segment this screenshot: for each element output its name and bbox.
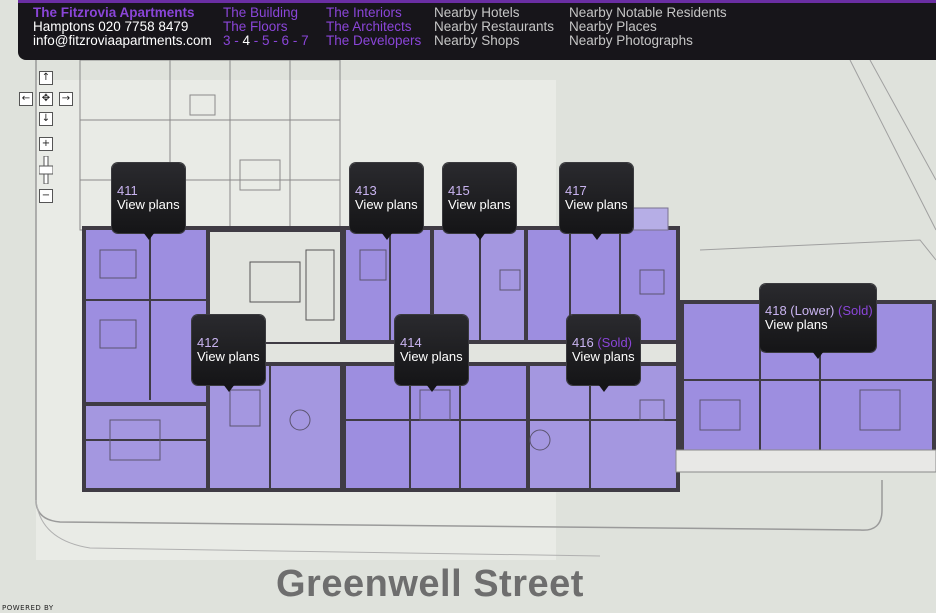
nearby-column-1: Nearby Hotels Nearby Restaurants Nearby … <box>434 6 554 48</box>
nearby-shops-link[interactable]: Nearby Shops <box>434 34 554 48</box>
view-plans-link[interactable]: View plans <box>197 350 260 364</box>
building-column: The Building The Floors 3 - 4 - 5 - 6 - … <box>223 6 309 48</box>
plus-icon[interactable]: + <box>39 137 53 151</box>
apartment-418-popup[interactable]: 418 (Lower) (Sold) View plans <box>760 284 876 359</box>
phone-number: Hamptons 020 7758 8479 <box>33 19 189 34</box>
nav-building-link[interactable]: The Building <box>223 6 309 20</box>
floor-link-6[interactable]: 6 <box>282 33 290 48</box>
arrow-left-icon[interactable]: ← <box>19 92 33 106</box>
apartment-412-popup[interactable]: 412 View plans <box>192 315 265 392</box>
view-plans-link[interactable]: View plans <box>117 198 180 212</box>
contact-column: The Fitzrovia Apartments Hamptons 020 77… <box>33 6 212 48</box>
apartment-416-popup[interactable]: 416 (Sold) View plans <box>567 315 640 392</box>
apartment-411-popup[interactable]: 411 View plans <box>112 163 185 240</box>
apartment-number: 414 <box>400 335 422 350</box>
brand-link[interactable]: The Fitzrovia Apartments <box>33 6 212 20</box>
apartment-414-popup[interactable]: 414 View plans <box>395 315 468 392</box>
floor-link-4-current[interactable]: 4 <box>243 33 251 48</box>
floor-link-5[interactable]: 5 <box>262 33 270 48</box>
apartment-number: 417 <box>565 183 587 198</box>
apartment-417-popup[interactable]: 417 View plans <box>560 163 633 240</box>
floor-link-3[interactable]: 3 <box>223 33 231 48</box>
floor-link-7[interactable]: 7 <box>301 33 309 48</box>
floor-selector: 3 - 4 - 5 - 6 - 7 <box>223 33 309 48</box>
nearby-places-link[interactable]: Nearby Places <box>569 20 727 34</box>
arrow-down-icon[interactable]: ↓ <box>39 112 53 126</box>
center-icon[interactable]: ✥ <box>39 92 53 106</box>
apartment-number: 415 <box>448 183 470 198</box>
view-plans-link[interactable]: View plans <box>565 198 628 212</box>
sold-badge: (Sold) <box>838 303 873 318</box>
apartment-number: 412 <box>197 335 219 350</box>
nav-interiors-link[interactable]: The Interiors <box>326 6 421 20</box>
email-link[interactable]: info@fitzroviaapartments.com <box>33 34 212 48</box>
apartment-number: 416 (Sold) <box>572 335 633 350</box>
nav-developers-link[interactable]: The Developers <box>326 34 421 48</box>
view-plans-link[interactable]: View plans <box>765 318 828 332</box>
view-plans-link[interactable]: View plans <box>572 350 635 364</box>
nearby-hotels-link[interactable]: Nearby Hotels <box>434 6 554 20</box>
view-plans-link[interactable]: View plans <box>448 198 511 212</box>
nav-architects-link[interactable]: The Architects <box>326 20 421 34</box>
top-navigation-bar: The Fitzrovia Apartments Hamptons 020 77… <box>18 0 936 60</box>
arrow-up-icon[interactable]: ↑ <box>39 71 53 85</box>
minus-icon[interactable]: − <box>39 189 53 203</box>
nearby-residents-link[interactable]: Nearby Notable Residents <box>569 6 727 20</box>
nearby-column-2: Nearby Notable Residents Nearby Places N… <box>569 6 727 48</box>
view-plans-link[interactable]: View plans <box>355 198 418 212</box>
apartment-413-popup[interactable]: 413 View plans <box>350 163 423 240</box>
apartment-number: 413 <box>355 183 377 198</box>
apartment-415-popup[interactable]: 415 View plans <box>443 163 516 240</box>
apartment-number: 411 <box>117 183 138 198</box>
nearby-photographs-link[interactable]: Nearby Photographs <box>569 34 727 48</box>
street-label: Greenwell Street <box>276 563 584 605</box>
view-plans-link[interactable]: View plans <box>400 350 463 364</box>
arrow-right-icon[interactable]: → <box>59 92 73 106</box>
about-column: The Interiors The Architects The Develop… <box>326 6 421 48</box>
nav-floors-link[interactable]: The Floors <box>223 20 309 34</box>
apartment-number: 418 (Lower) (Sold) <box>765 303 873 318</box>
zoom-slider-handle[interactable] <box>39 165 53 175</box>
sold-badge: (Sold) <box>597 335 633 350</box>
powered-by-label: POWERED BY <box>2 604 54 612</box>
zoom-slider[interactable] <box>39 156 53 184</box>
nearby-restaurants-link[interactable]: Nearby Restaurants <box>434 20 554 34</box>
